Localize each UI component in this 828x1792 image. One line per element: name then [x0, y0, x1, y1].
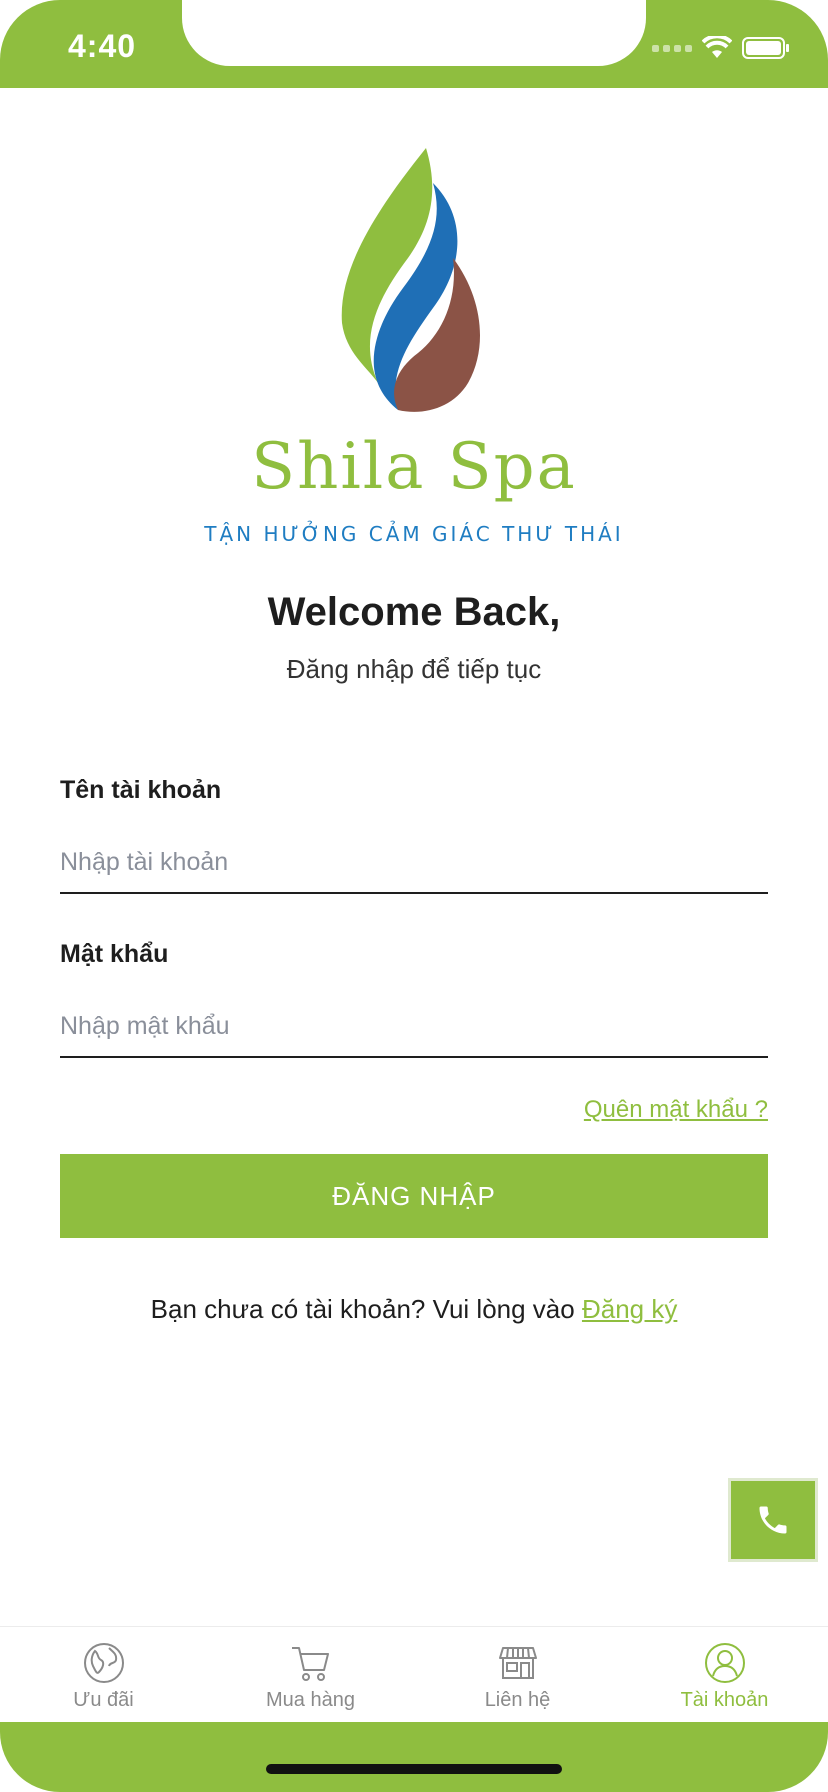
tab-label: Mua hàng [266, 1689, 355, 1711]
password-label: Mật khẩu [60, 940, 169, 968]
username-label: Tên tài khoản [60, 776, 222, 804]
brand-name: Shila Spa [251, 430, 577, 504]
brand-tagline: TẬN HƯỞNG CẢM GIÁC THƯ THÁI [204, 522, 624, 546]
login-button[interactable]: ĐĂNG NHẬP [60, 1154, 768, 1238]
forgot-password-link[interactable]: Quên mật khẩu ? [584, 1096, 768, 1124]
battery-icon [742, 37, 789, 59]
bottom-tab-bar: Ưu đãi Mua hàng Liên hệ Tài khoản [0, 1626, 828, 1723]
status-icons [652, 36, 790, 60]
tab-lien-he[interactable]: Liên hệ [414, 1627, 621, 1723]
tab-label: Tài khoản [680, 1689, 769, 1711]
home-indicator[interactable] [266, 1764, 562, 1774]
call-button[interactable] [728, 1478, 818, 1562]
cart-icon [289, 1641, 333, 1685]
welcome-title: Welcome Back, [267, 590, 561, 634]
status-bar: 4:40 [0, 0, 828, 88]
status-time: 4:40 [68, 28, 137, 64]
tab-label: Ưu đãi [73, 1689, 134, 1711]
signup-prompt: Bạn chưa có tài khoản? Vui lòng vào Đăng… [0, 1294, 828, 1325]
password-input[interactable] [60, 996, 768, 1058]
wifi-icon [702, 36, 732, 58]
app-screen: 4:40 Shila Spa TẬN HƯỞNG CẢM GIÁC THƯ TH… [0, 0, 828, 1792]
phone-icon [759, 1506, 787, 1534]
signal-icon [652, 44, 692, 52]
tab-mua-hang[interactable]: Mua hàng [207, 1627, 414, 1723]
notch [182, 0, 646, 66]
store-icon [496, 1641, 540, 1685]
welcome-subtitle: Đăng nhập để tiếp tục [286, 654, 542, 684]
tab-uu-dai[interactable]: Ưu đãi [0, 1627, 207, 1723]
tab-label: Liên hệ [484, 1689, 551, 1711]
signup-prompt-text: Bạn chưa có tài khoản? Vui lòng vào [150, 1294, 582, 1324]
signup-link[interactable]: Đăng ký [582, 1294, 677, 1324]
tab-tai-khoan[interactable]: Tài khoản [621, 1627, 828, 1723]
user-icon [703, 1641, 747, 1685]
username-input[interactable] [60, 832, 768, 894]
globe-icon [82, 1641, 126, 1685]
home-indicator-area [0, 1722, 828, 1792]
shila-spa-logo [341, 148, 480, 412]
